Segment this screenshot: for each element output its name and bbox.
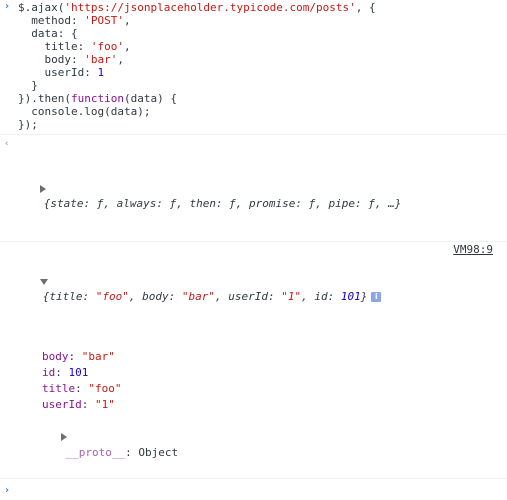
summary-token: : [268,290,282,303]
code-line: data: { [0,27,507,40]
summary-token: title [49,290,83,303]
code-token: , [117,53,124,66]
summary-token: 101 [340,290,361,303]
console-input-entry: › $.ajax('https://jsonplaceholder.typico… [0,0,507,135]
code-token: 'https://jsonplaceholder.typicode.com/po… [64,1,356,14]
code-line: title: 'foo', [0,40,507,53]
devtools-console: › $.ajax('https://jsonplaceholder.typico… [0,0,507,496]
code-token: title: [18,40,91,53]
property-separator: : [68,350,82,363]
expand-triangle-icon[interactable] [60,433,67,441]
code-token: }).then( [18,92,71,105]
proto-key: __proto__ [65,446,126,459]
summary-token: : [82,290,96,303]
summary-token: "1" [281,290,302,303]
source-link[interactable]: VM98:9 [453,242,493,257]
console-log-entry: {title: "foo", body: "bar", userId: "1",… [0,242,507,349]
summary-token: : [327,290,341,303]
code-token: , [123,40,131,53]
property-key: title [42,382,76,395]
proto-row[interactable]: __proto__: Object [0,413,507,477]
summary-token: } [360,290,368,303]
return-arrow-icon: ‹ [4,139,10,149]
code-token: data: { [18,27,78,40]
code-token: body: [18,53,85,66]
code-line: }).then(function(data) { [0,92,507,105]
code-token: , { [355,1,376,14]
chevron-right-icon: › [4,485,11,496]
proto-value: Object [138,446,179,459]
info-icon[interactable]: i [371,292,382,302]
code-line: userId: 1 [0,66,507,79]
collapse-triangle-icon[interactable] [39,279,48,285]
property-row[interactable]: id: 101 [0,365,507,381]
code-token: console.log(data); [18,105,151,118]
property-value: "foo" [88,382,122,395]
summary-token: "bar" [181,290,215,303]
property-value: "bar" [81,350,115,363]
code-line: console.log(data); [0,105,507,118]
summary-token: , [128,290,143,303]
summary-token: , [301,290,315,303]
property-value: "1" [95,398,115,411]
property-row[interactable]: title: "foo" [0,381,507,397]
summary-token: id [314,290,328,303]
code-token: $.ajax( [18,1,65,14]
property-value: 101 [68,366,89,379]
summary-token: , [215,290,229,303]
property-row[interactable]: body: "bar" [0,349,507,365]
code-token: method: [18,14,85,27]
code-token: 'foo' [90,40,124,53]
code-token: function [70,92,124,105]
log-object-summary[interactable]: {title: "foo", body: "bar", userId: "1",… [43,290,368,303]
code-token: 'POST' [84,14,124,27]
object-property-tree: body: "bar" id: 101 title: "foo" userId: "1… [0,349,507,413]
code-line: method: 'POST', [0,14,507,27]
property-separator: : [55,366,69,379]
code-line: }); [0,118,507,131]
code-token: userId: [18,66,98,79]
code-line: body: 'bar', [0,53,507,66]
code-token: }); [18,118,38,131]
summary-token: { [42,290,50,303]
summary-token: userId [228,290,268,303]
summary-token: : [168,290,182,303]
code-token: (data) { [123,92,177,105]
code-line: } [0,79,507,92]
code-token: , [123,14,131,27]
code-token: 'bar' [84,53,118,66]
expand-triangle-icon[interactable] [39,185,46,193]
code-token: } [18,79,38,92]
property-key: body [42,350,69,363]
input-code[interactable]: $.ajax('https://jsonplaceholder.typicode… [0,1,507,131]
return-value-preview[interactable]: {state: ƒ, always: ƒ, then: ƒ, promise: … [44,197,402,210]
property-separator: : [75,382,89,395]
code-token: 1 [97,66,105,79]
property-key: id [42,366,56,379]
summary-token: "foo" [95,290,129,303]
code-line: $.ajax('https://jsonplaceholder.typicode… [0,1,507,14]
property-key: userId [42,398,82,411]
console-return-entry: ‹ {state: ƒ, always: ƒ, then: ƒ, promise… [0,135,507,242]
summary-token: body [142,290,169,303]
console-prompt[interactable]: › [0,478,507,497]
property-separator: : [81,398,95,411]
property-row[interactable]: userId: "1" [0,397,507,413]
